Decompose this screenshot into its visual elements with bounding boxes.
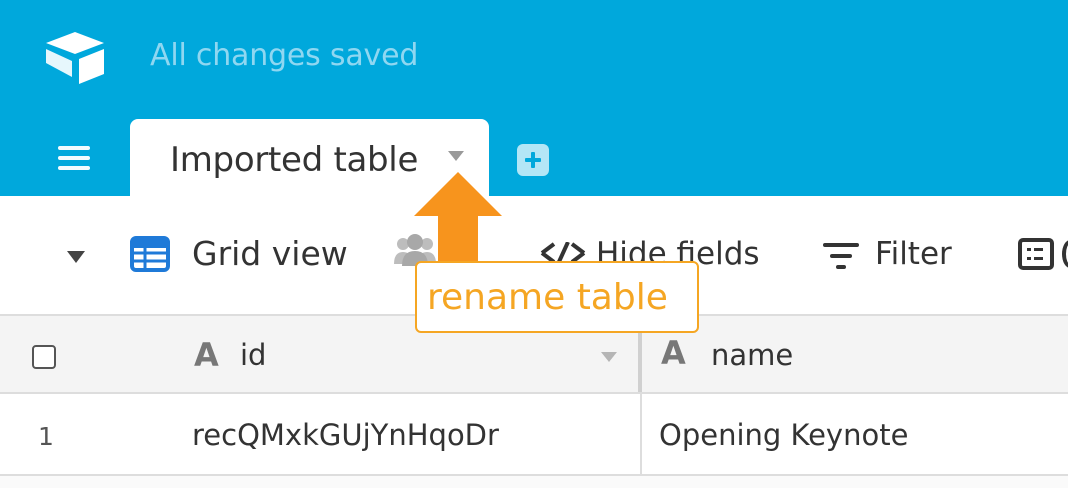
chevron-down-icon[interactable] (448, 151, 464, 161)
cell-name[interactable]: Opening Keynote (659, 418, 908, 452)
column-menu-chevron-icon[interactable] (601, 352, 617, 362)
app-header: All changes saved Imported table (0, 0, 1068, 197)
annotation-text: rename table (427, 277, 668, 318)
grid-empty-area (0, 476, 1068, 488)
row-number: 1 (38, 422, 54, 451)
text-field-type-icon: A (194, 336, 219, 374)
group-list-icon[interactable] (1018, 238, 1054, 270)
column-header-id[interactable]: id (240, 338, 266, 372)
grid-icon (130, 236, 170, 272)
annotation-callout: rename table (415, 261, 699, 333)
cell-id[interactable]: recQMxkGUjYnHqoDr (192, 418, 499, 452)
airtable-base-page: All changes saved Imported table Grid vi… (0, 0, 1068, 488)
select-all-checkbox[interactable] (32, 345, 56, 369)
cell-divider (640, 394, 642, 476)
filter-icon (823, 243, 859, 269)
partially-visible-icon[interactable] (1062, 240, 1068, 268)
table-row[interactable]: 1 recQMxkGUjYnHqoDr Opening Keynote (0, 394, 1068, 476)
save-status: All changes saved (150, 38, 419, 73)
table-tab-label: Imported table (170, 140, 419, 180)
hamburger-menu-icon[interactable] (58, 146, 92, 172)
view-name[interactable]: Grid view (192, 234, 348, 273)
column-header-name[interactable]: name (711, 338, 793, 372)
airtable-logo-icon[interactable] (42, 30, 108, 84)
text-field-type-icon: A (661, 334, 686, 372)
arrow-up-icon (414, 172, 502, 264)
filter-button[interactable]: Filter (875, 236, 952, 272)
view-switcher-chevron-icon[interactable] (67, 251, 85, 263)
add-table-icon[interactable] (517, 144, 549, 176)
